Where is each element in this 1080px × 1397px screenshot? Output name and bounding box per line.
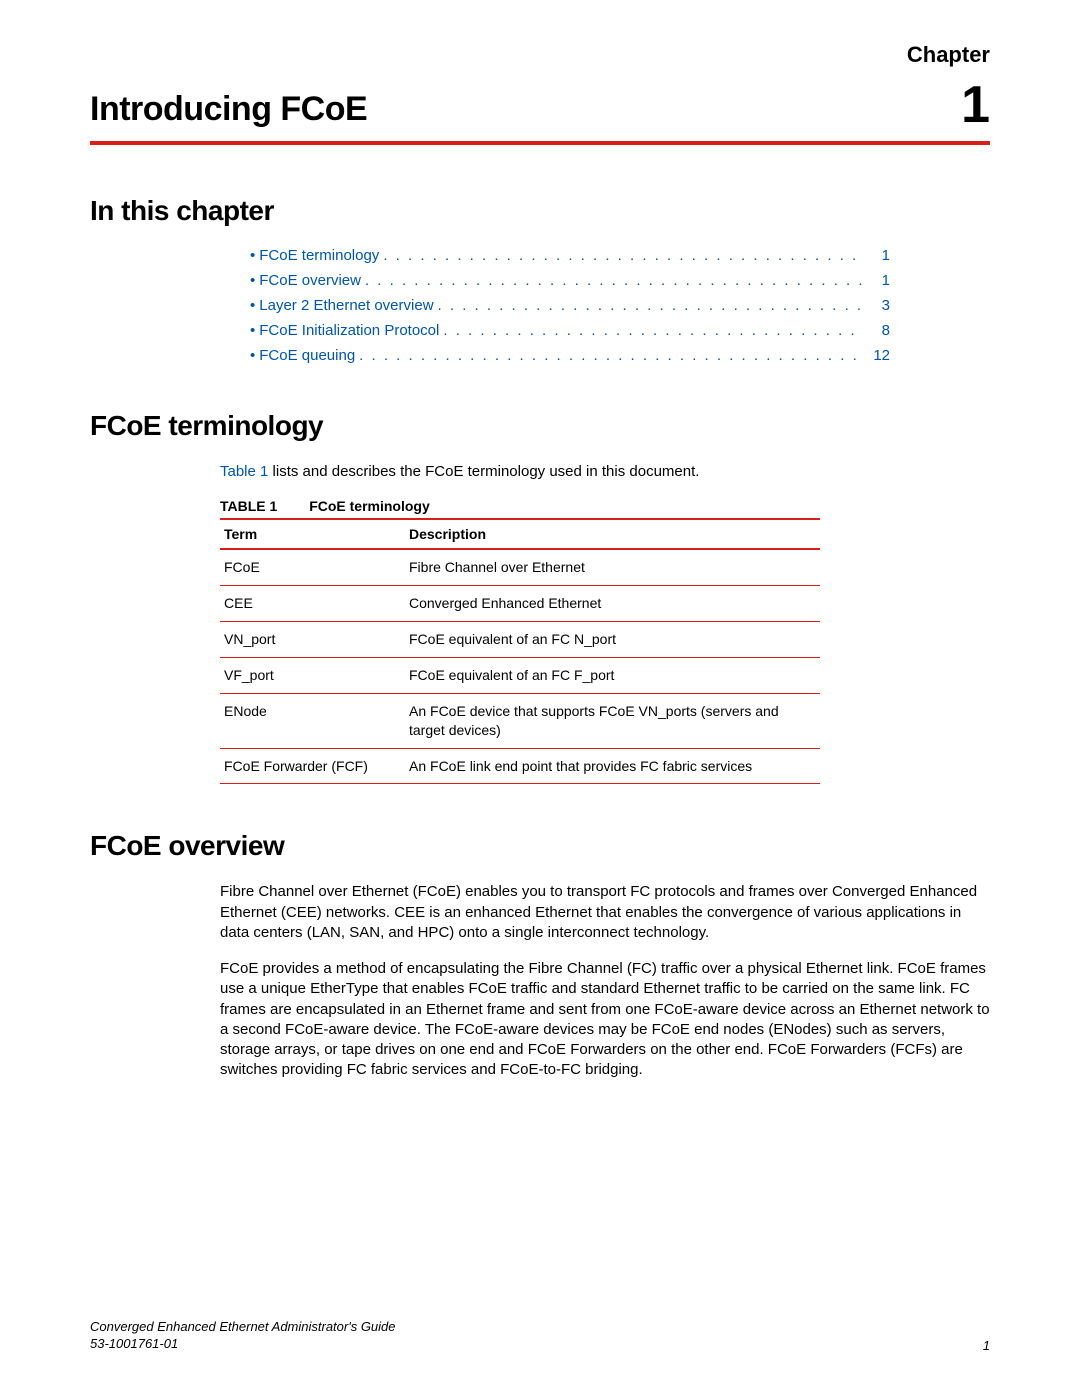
desc-cell: FCoE equivalent of an FC N_port (405, 622, 820, 658)
table-row: FCoE Fibre Channel over Ethernet (220, 549, 820, 585)
desc-cell: An FCoE device that supports FCoE VN_por… (405, 693, 820, 748)
terminology-table: Term Description FCoE Fibre Channel over… (220, 518, 820, 784)
table-row: FCoE Forwarder (FCF) An FCoE link end po… (220, 748, 820, 784)
desc-cell: FCoE equivalent of an FC F_port (405, 657, 820, 693)
term-cell: VF_port (220, 657, 405, 693)
toc-label: FCoE terminology (259, 247, 379, 264)
term-cell: VN_port (220, 622, 405, 658)
desc-cell: An FCoE link end point that provides FC … (405, 748, 820, 784)
toc-item[interactable]: • FCoE Initialization Protocol 8 (250, 322, 890, 339)
term-cell: FCoE (220, 549, 405, 585)
table-row: CEE Converged Enhanced Ethernet (220, 586, 820, 622)
chapter-label: Chapter (907, 42, 990, 68)
toc-leader (359, 347, 864, 364)
table-1-link[interactable]: Table 1 (220, 463, 268, 480)
toc-leader (438, 297, 864, 314)
bullet-icon: • (250, 347, 255, 364)
bullet-icon: • (250, 247, 255, 264)
chapter-title: Introducing FCoE (90, 90, 990, 129)
toc-leader (383, 247, 864, 264)
table-caption-label: TABLE 1 (220, 498, 277, 514)
desc-cell: Fibre Channel over Ethernet (405, 549, 820, 585)
table-row: ENode An FCoE device that supports FCoE … (220, 693, 820, 748)
table-row: VN_port FCoE equivalent of an FC N_port (220, 622, 820, 658)
table-1: TABLE 1 FCoE terminology Term Descriptio… (220, 498, 820, 784)
bullet-icon: • (250, 297, 255, 314)
term-cell: ENode (220, 693, 405, 748)
section-in-this-chapter: In this chapter (90, 195, 990, 227)
toc-list: • FCoE terminology 1 • FCoE overview 1 •… (250, 247, 890, 364)
toc-item[interactable]: • FCoE terminology 1 (250, 247, 890, 264)
chapter-number: 1 (961, 75, 990, 135)
section-fcoe-overview: FCoE overview (90, 830, 990, 862)
toc-item[interactable]: • FCoE overview 1 (250, 272, 890, 289)
terminology-intro-text: lists and describes the FCoE terminology… (268, 463, 699, 480)
page-footer: Converged Enhanced Ethernet Administrato… (90, 1319, 990, 1353)
terminology-intro: Table 1 lists and describes the FCoE ter… (220, 462, 990, 482)
table-caption: TABLE 1 FCoE terminology (220, 498, 820, 514)
toc-label: FCoE queuing (259, 347, 355, 364)
column-description: Description (405, 519, 820, 549)
section-fcoe-terminology: FCoE terminology (90, 410, 990, 442)
table-caption-title: FCoE terminology (309, 498, 430, 514)
chapter-header: Chapter Introducing FCoE 1 (90, 90, 990, 145)
toc-page: 1 (868, 272, 890, 289)
toc-label: FCoE overview (259, 272, 361, 289)
toc-label: Layer 2 Ethernet overview (259, 297, 433, 314)
toc-page: 3 (868, 297, 890, 314)
bullet-icon: • (250, 322, 255, 339)
overview-paragraph-2: FCoE provides a method of encapsulating … (220, 959, 990, 1081)
toc-page: 8 (868, 322, 890, 339)
toc-item[interactable]: • FCoE queuing 12 (250, 347, 890, 364)
toc-item[interactable]: • Layer 2 Ethernet overview 3 (250, 297, 890, 314)
toc-page: 1 (868, 247, 890, 264)
bullet-icon: • (250, 272, 255, 289)
overview-paragraph-1: Fibre Channel over Ethernet (FCoE) enabl… (220, 882, 990, 943)
toc-leader (365, 272, 864, 289)
column-term: Term (220, 519, 405, 549)
table-row: VF_port FCoE equivalent of an FC F_port (220, 657, 820, 693)
footer-doc-title: Converged Enhanced Ethernet Administrato… (90, 1319, 396, 1336)
desc-cell: Converged Enhanced Ethernet (405, 586, 820, 622)
footer-page-number: 1 (983, 1338, 990, 1353)
toc-leader (443, 322, 864, 339)
footer-doc-id: 53-1001761-01 (90, 1336, 396, 1353)
term-cell: FCoE Forwarder (FCF) (220, 748, 405, 784)
term-cell: CEE (220, 586, 405, 622)
toc-page: 12 (868, 347, 890, 364)
toc-label: FCoE Initialization Protocol (259, 322, 439, 339)
